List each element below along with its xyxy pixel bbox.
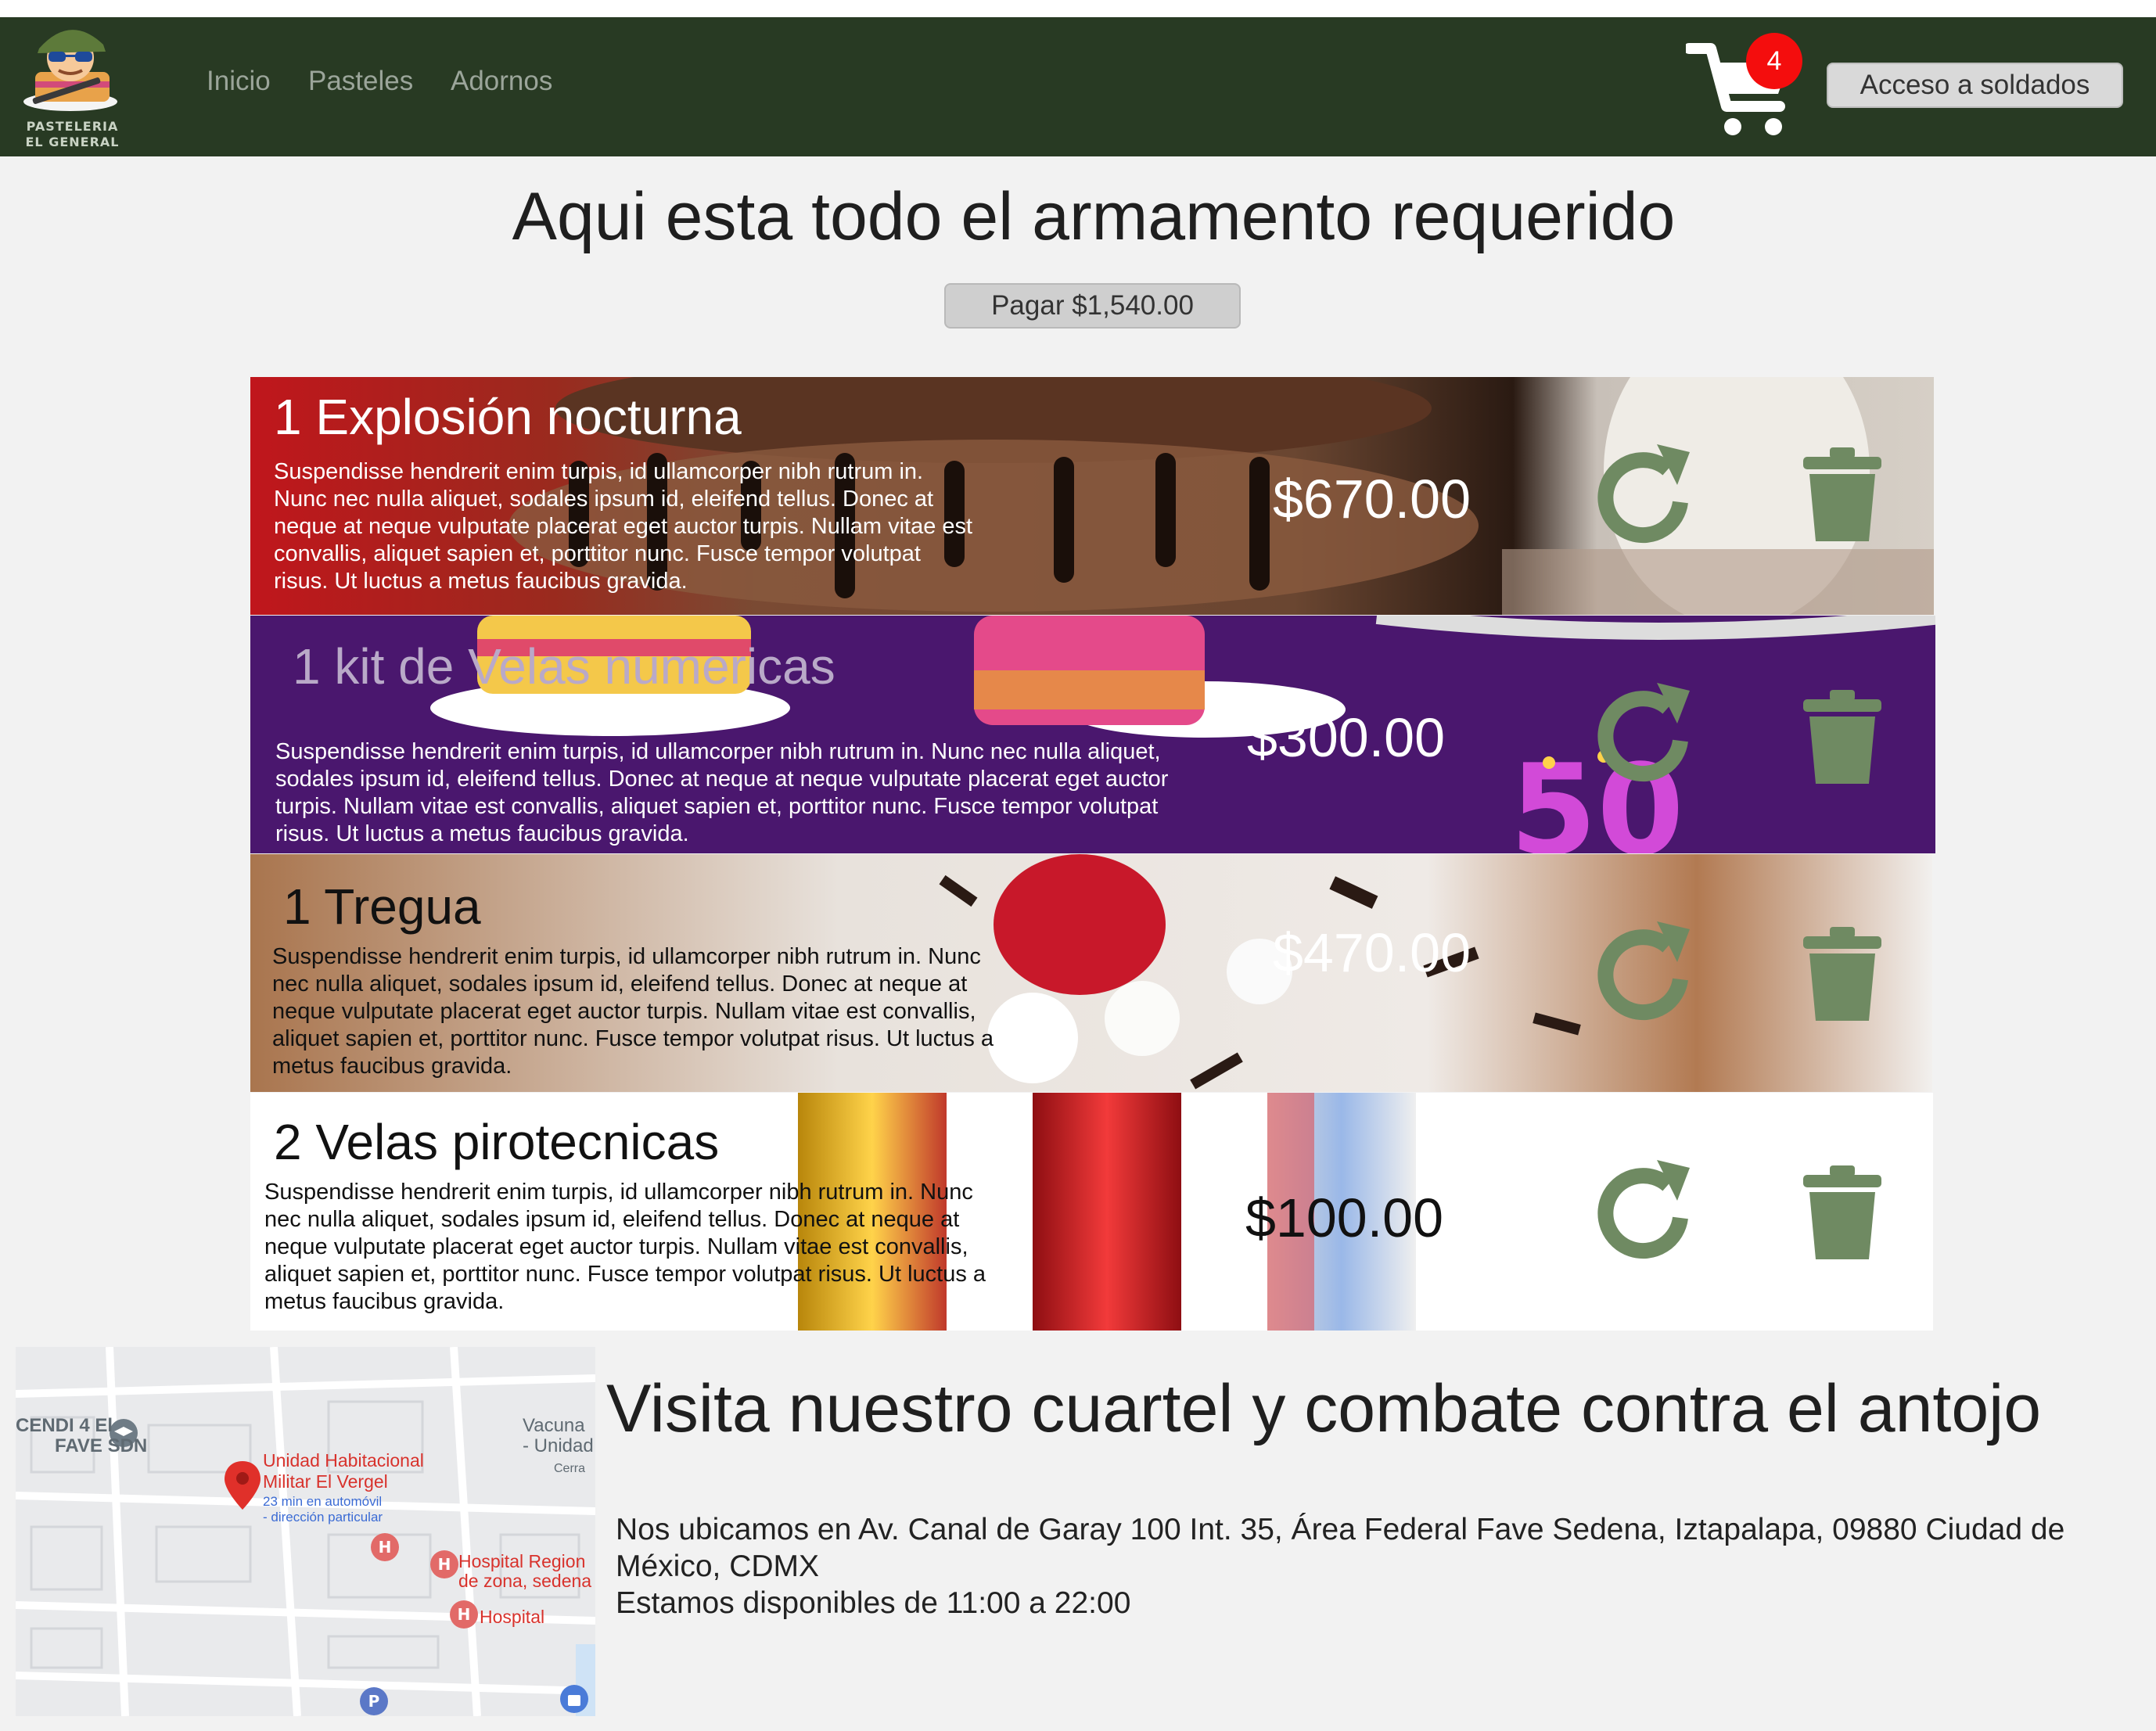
- cart-item: 1 Explosión nocturna Suspendisse hendrer…: [250, 377, 1934, 615]
- refresh-icon[interactable]: [1590, 918, 1699, 1028]
- item-price: $100.00: [1245, 1187, 1444, 1248]
- item-price: $470.00: [1273, 922, 1471, 983]
- brand-name-line1: PASTELERIA: [26, 119, 119, 134]
- map-place-line1: Unidad Habitacional: [263, 1450, 424, 1471]
- map-place-sub-line2: - dirección particular: [263, 1510, 383, 1525]
- svg-text:H: H: [458, 1605, 471, 1624]
- navbar: PASTELERIA EL GENERAL Inicio Pasteles Ad…: [0, 17, 2156, 156]
- map-vacuna-line2: - Unidad: [523, 1435, 594, 1456]
- trash-icon[interactable]: [1803, 690, 1881, 784]
- location-map[interactable]: H H H P CENDI 4 El FAVE SDN Vacuna - Unida…: [16, 1347, 595, 1716]
- map-streets: [16, 1347, 595, 1716]
- item-name: 2 Velas pirotecnicas: [274, 1114, 720, 1170]
- nav-link-pasteles[interactable]: Pasteles: [308, 66, 413, 97]
- map-place-line2: Militar El Vergel: [263, 1471, 388, 1492]
- svg-text:H: H: [438, 1555, 451, 1574]
- item-name: 1 Tregua: [283, 878, 481, 935]
- map-hospital-region-line1: Hospital Region: [458, 1551, 586, 1571]
- soldier-login-button[interactable]: Acceso a soldados: [1827, 63, 2123, 108]
- hospital-icon: H: [371, 1533, 399, 1561]
- map-cendi-line2: FAVE SDN: [55, 1435, 148, 1456]
- svg-text:P: P: [368, 1692, 380, 1711]
- trash-icon[interactable]: [1803, 447, 1881, 541]
- cart-item: 2 Velas pirotecnicas Suspendisse hendrer…: [250, 1093, 1933, 1331]
- location-info: Nos ubicamos en Av. Canal de Garay 100 I…: [616, 1511, 2102, 1621]
- item-name: 1 Explosión nocturna: [274, 389, 742, 445]
- map-cendi-line1: CENDI 4 El: [16, 1415, 113, 1436]
- page-title: Aqui esta todo el armamento requerido: [512, 179, 1676, 254]
- item-description: Suspendisse hendrerit enim turpis, id ul…: [272, 944, 994, 1079]
- brand-name-line2: EL GENERAL: [25, 135, 120, 149]
- top-strip: [0, 0, 2156, 17]
- logo-text: PASTELERIA EL GENERAL: [16, 119, 129, 150]
- hospital-icon: H: [430, 1550, 458, 1578]
- logo[interactable]: PASTELERIA EL GENERAL: [16, 17, 129, 156]
- trash-icon[interactable]: [1803, 927, 1881, 1021]
- map-hospital-region-line2: de zona, sedena: [458, 1571, 592, 1591]
- map-place-sub-line1: 23 min en automóvil: [263, 1494, 383, 1509]
- shopping-icon: [560, 1685, 588, 1713]
- item-description: Suspendisse hendrerit enim turpis, id ul…: [275, 739, 1169, 846]
- item-description: Suspendisse hendrerit enim turpis, id ul…: [264, 1180, 986, 1314]
- hours-text: Estamos disponibles de 11:00 a 22:00: [616, 1586, 1131, 1620]
- map-label-vacuna: Vacuna - Unidad Cerra: [523, 1416, 594, 1479]
- item-name: 1 kit de Velas numericas: [293, 638, 835, 695]
- map-vacuna-line1: Vacuna: [523, 1415, 585, 1436]
- svg-text:H: H: [379, 1538, 392, 1557]
- item-price: $670.00: [1273, 469, 1471, 530]
- cart-item: 1 Tregua Suspendisse hendrerit enim turp…: [250, 854, 1932, 1092]
- map-label-cendi: CENDI 4 El FAVE SDN: [16, 1416, 147, 1456]
- map-label-place: Unidad Habitacional Militar El Vergel: [263, 1450, 424, 1492]
- pay-button[interactable]: Pagar $1,540.00: [944, 283, 1241, 329]
- parking-icon: P: [360, 1687, 388, 1715]
- hospital-icon: H: [450, 1600, 478, 1629]
- location-title: Visita nuestro cuartel y combate contra …: [606, 1371, 2042, 1446]
- cart-item: 50 1 kit de Velas numericas Suspendisse …: [250, 616, 1935, 853]
- map-label-place-sub: 23 min en automóvil - dirección particula…: [263, 1494, 383, 1525]
- address-text: Nos ubicamos en Av. Canal de Garay 100 I…: [616, 1513, 2065, 1583]
- map-label-hospital-region: Hospital Region de zona, sedena: [458, 1552, 591, 1591]
- item-description: Suspendisse hendrerit enim turpis, id ul…: [274, 459, 973, 594]
- map-vacuna-line3: Cerra: [554, 1462, 586, 1475]
- soldier-cake-logo-icon: [23, 30, 117, 111]
- trash-icon[interactable]: [1803, 1165, 1881, 1259]
- refresh-icon[interactable]: [1590, 680, 1699, 789]
- nav-link-adornos[interactable]: Adornos: [451, 66, 552, 97]
- cart-count-badge: 4: [1746, 33, 1802, 89]
- nav-link-inicio[interactable]: Inicio: [207, 66, 271, 97]
- refresh-icon[interactable]: [1590, 1157, 1699, 1266]
- location-pin-icon: [225, 1461, 261, 1510]
- refresh-icon[interactable]: [1590, 441, 1699, 551]
- item-price: $300.00: [1247, 707, 1446, 768]
- map-label-hospital: Hospital: [480, 1607, 545, 1627]
